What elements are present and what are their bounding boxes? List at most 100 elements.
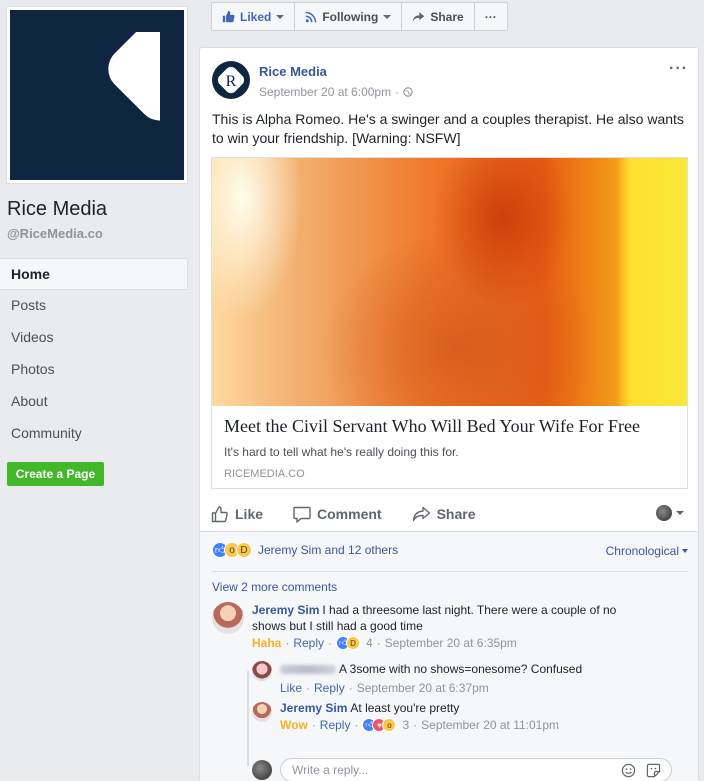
like-button[interactable]: Like — [211, 505, 263, 523]
more-options-button[interactable]: ··· — [475, 3, 507, 30]
comment-reactions[interactable]: 👍︎ D — [336, 636, 361, 650]
reply-reaction-count: 3 — [402, 718, 410, 732]
nav-item-videos[interactable]: Videos — [0, 322, 188, 354]
comment-sort-dropdown[interactable]: Chronological — [606, 544, 688, 558]
reply-tools — [621, 763, 661, 778]
following-label: Following — [322, 9, 379, 24]
emoji-icon[interactable] — [621, 763, 636, 778]
sort-label: Chronological — [605, 544, 679, 558]
comment-reaction-count: 4 — [366, 636, 373, 650]
profile-picture[interactable]: R — [10, 10, 184, 180]
nav-item-photos[interactable]: Photos — [0, 354, 188, 386]
reply-text: A 3some with no shows=onesome? Confused — [339, 662, 583, 676]
reactions-summary[interactable]: 👍︎ o D Jeremy Sim and 12 others — [212, 542, 398, 558]
reply-link[interactable]: Reply — [314, 681, 345, 695]
link-title[interactable]: Meet the Civil Servant Who Will Bed Your… — [224, 416, 640, 437]
sticker-icon[interactable] — [646, 763, 661, 778]
link-preview-image[interactable] — [212, 158, 687, 406]
more-dots-icon: ··· — [484, 9, 497, 24]
post-options-button[interactable]: ··· — [669, 60, 688, 78]
link-domain: RICEMEDIA.CO — [224, 468, 305, 480]
haha-reaction-icon: D — [236, 542, 252, 558]
nav-item-about[interactable]: About — [0, 386, 188, 418]
liked-label: Liked — [240, 9, 272, 24]
chevron-down-icon — [682, 549, 688, 553]
post-time-text[interactable]: September 20 at 6:00pm — [259, 85, 391, 99]
post-text: This is Alpha Romeo. He's a swinger and … — [212, 111, 684, 146]
post-action-bar: Like Comment Share — [211, 496, 688, 532]
viewer-avatar — [656, 505, 672, 521]
chevron-down-icon — [383, 14, 392, 19]
commenter-avatar[interactable] — [212, 602, 244, 634]
following-button[interactable]: Following — [295, 3, 403, 30]
share-button[interactable]: Share — [412, 506, 476, 522]
reply-reactions[interactable]: 👍︎ ♥ o — [362, 718, 397, 732]
svg-text:R: R — [79, 66, 115, 126]
reply-placeholder: Write a reply... — [292, 763, 369, 777]
thumbs-up-icon — [222, 10, 235, 23]
reply: Jeremy Sim At least you're pretty — [280, 700, 680, 716]
globe-icon[interactable] — [403, 87, 413, 97]
share-label: Share — [436, 506, 476, 522]
reply-meta: Like · Reply · September 20 at 6:37pm — [280, 681, 489, 695]
rss-feed-icon — [305, 11, 317, 22]
page-handle[interactable]: @RiceMedia.co — [7, 226, 103, 241]
liked-button[interactable]: Liked — [212, 3, 296, 30]
replier-avatar[interactable] — [252, 702, 272, 722]
view-more-comments-link[interactable]: View 2 more comments — [212, 580, 337, 594]
reply-author[interactable]: Jeremy Sim — [280, 701, 347, 715]
link-preview[interactable]: Meet the Civil Servant Who Will Bed Your… — [211, 157, 688, 489]
reaction-toggle[interactable]: Haha — [252, 636, 281, 650]
reply-link[interactable]: Reply — [293, 636, 324, 650]
comment: Jeremy Sim I had a threesome last night. … — [252, 602, 652, 634]
reactions-text[interactable]: Jeremy Sim and 12 others — [258, 543, 398, 557]
create-page-button[interactable]: Create a Page — [7, 462, 104, 486]
reaction-icons: 👍︎ o D — [212, 542, 252, 558]
wow-reaction-icon: o — [382, 718, 397, 732]
post-author-avatar[interactable]: R — [212, 61, 250, 99]
page-name[interactable]: Rice Media — [7, 198, 107, 221]
reply-text: At least you're pretty — [350, 701, 460, 715]
nav-item-posts[interactable]: Posts — [0, 290, 188, 322]
profile-picture-frame[interactable]: R — [6, 6, 188, 184]
comment-bubble-icon — [293, 506, 311, 523]
reaction-toggle[interactable]: Wow — [280, 718, 308, 732]
reply-thread-line — [247, 671, 249, 766]
reply-time[interactable]: September 20 at 6:37pm — [357, 681, 489, 695]
like-label: Like — [235, 506, 264, 522]
share-page-button[interactable]: Share — [402, 3, 475, 30]
share-arrow-icon — [413, 11, 425, 22]
comment-author[interactable]: Jeremy Sim — [252, 603, 319, 617]
viewer-avatar — [252, 760, 272, 780]
share-arrow-icon — [412, 506, 430, 522]
nav-item-home[interactable]: Home — [0, 258, 188, 290]
comment-time[interactable]: September 20 at 6:35pm — [385, 636, 517, 650]
reply: A 3some with no shows=onesome? Confused — [280, 661, 680, 677]
reply-time[interactable]: September 20 at 11:01pm — [421, 718, 559, 732]
chevron-down-icon — [676, 511, 684, 515]
reply-meta: Wow · Reply · 👍︎ ♥ o 3 · September 20 at… — [280, 718, 560, 732]
reply-author-redacted[interactable] — [280, 665, 336, 675]
comment-meta: Haha · Reply · 👍︎ D 4 · September 20 at … — [252, 636, 517, 650]
comment-button[interactable]: Comment — [293, 506, 382, 523]
post-as-selector[interactable] — [656, 505, 684, 521]
reply-link[interactable]: Reply — [320, 718, 351, 732]
post-timestamp: September 20 at 6:00pm · — [259, 85, 413, 99]
replier-avatar[interactable] — [252, 661, 272, 681]
page-action-bar: Liked Following Share ··· — [211, 2, 508, 31]
svg-text:R: R — [226, 73, 237, 90]
post-author-name[interactable]: Rice Media — [259, 64, 327, 79]
comments-section: 👍︎ o D Jeremy Sim and 12 others Chronolo… — [200, 531, 698, 781]
thumbs-up-outline-icon — [211, 506, 228, 523]
page-nav: Home Posts Videos Photos About Community — [0, 258, 188, 450]
divider — [212, 571, 688, 572]
reply-input[interactable]: Write a reply... — [280, 758, 672, 781]
rice-media-logo: R — [217, 66, 245, 94]
share-page-label: Share — [430, 9, 464, 24]
comment-label: Comment — [317, 506, 382, 522]
like-link[interactable]: Like — [280, 681, 302, 695]
haha-reaction-icon: D — [346, 636, 361, 650]
nav-item-community[interactable]: Community — [0, 418, 188, 450]
chevron-down-icon — [276, 14, 285, 19]
link-description: It's hard to tell what he's really doing… — [224, 445, 459, 459]
